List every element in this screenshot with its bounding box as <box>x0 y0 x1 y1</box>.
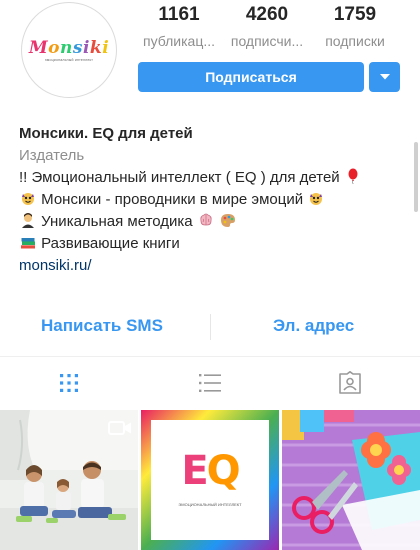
stat-followers-count: 4260 <box>245 4 289 25</box>
logo-word: Monsiki <box>28 37 110 58</box>
post-thumbnail[interactable] <box>282 410 420 550</box>
website-link[interactable]: monsiki.ru/ <box>19 255 399 277</box>
stat-followers-label: подписчи... <box>230 33 304 49</box>
avatar[interactable]: Monsiki эмоциональный интеллект <box>21 2 117 98</box>
stat-posts[interactable]: 1161 публикац... <box>136 4 222 49</box>
bio-line-text: !! Эмоциональный интеллект ( EQ ) для де… <box>19 169 340 186</box>
monster-icon <box>22 193 34 205</box>
monsiki-logo: Monsiki эмоциональный интеллект <box>29 39 109 62</box>
brain-icon <box>200 213 212 226</box>
eq-logo: EQ <box>181 448 240 494</box>
stat-followers[interactable]: 4260 подписчи... <box>224 4 310 49</box>
monster-icon <box>310 193 323 205</box>
stat-following-count: 1759 <box>333 4 377 25</box>
bio: Монсики. EQ для детей Издатель !! Эмоцио… <box>19 123 399 277</box>
contact-actions: Написать SMS Эл. адрес <box>0 312 420 342</box>
divider <box>210 314 211 340</box>
stat-following-label: подписки <box>325 33 385 49</box>
tagged-icon[interactable] <box>338 371 362 395</box>
logo-subtext: эмоциональный интеллект <box>44 57 94 62</box>
stat-following[interactable]: 1759 подписки <box>312 4 398 49</box>
email-button[interactable]: Эл. адрес <box>273 316 354 336</box>
bio-line-text: Уникальная методика <box>41 213 193 230</box>
bio-line: Монсики - проводники в мире эмоций <box>19 189 399 211</box>
post-thumbnail[interactable]: EQ ЭМОЦИОНАЛЬНЫЙ ИНТЕЛЛЕКТ <box>141 410 279 550</box>
profile-stats: 1161 публикац... 4260 подписчи... 1759 п… <box>136 4 398 49</box>
follow-button[interactable]: Подписаться <box>138 62 364 92</box>
bio-line: Развивающие книги <box>19 233 399 255</box>
chevron-down-icon <box>379 74 390 80</box>
list-icon[interactable] <box>198 371 222 395</box>
profile-tabs <box>0 356 420 406</box>
scrollbar[interactable] <box>414 142 418 212</box>
bio-line-text: Монсики - проводники в мире эмоций <box>41 191 304 208</box>
balloon-icon <box>348 168 358 184</box>
stat-posts-count: 1161 <box>158 4 200 25</box>
books-icon <box>21 238 35 249</box>
posts-grid: EQ ЭМОЦИОНАЛЬНЫЙ ИНТЕЛЛЕКТ <box>0 410 420 550</box>
bio-line: !! Эмоциональный интеллект ( EQ ) для де… <box>19 167 399 189</box>
palette-icon <box>221 214 235 227</box>
suggestions-dropdown-button[interactable] <box>369 62 400 92</box>
post-thumbnail[interactable] <box>0 410 138 550</box>
bio-line: Уникальная методика <box>19 211 399 233</box>
video-icon <box>108 421 131 435</box>
stat-posts-label: публикац... <box>142 33 216 49</box>
eq-caption: ЭМОЦИОНАЛЬНЫЙ ИНТЕЛЛЕКТ <box>178 502 242 507</box>
profile-category: Издатель <box>19 147 85 164</box>
send-sms-button[interactable]: Написать SMS <box>41 316 163 336</box>
crafts-photo <box>282 410 420 550</box>
profile-name: Монсики. EQ для детей <box>19 125 193 142</box>
teacher-icon <box>22 213 34 228</box>
bio-line-text: Развивающие книги <box>41 235 180 252</box>
grid-icon[interactable] <box>57 371 81 395</box>
